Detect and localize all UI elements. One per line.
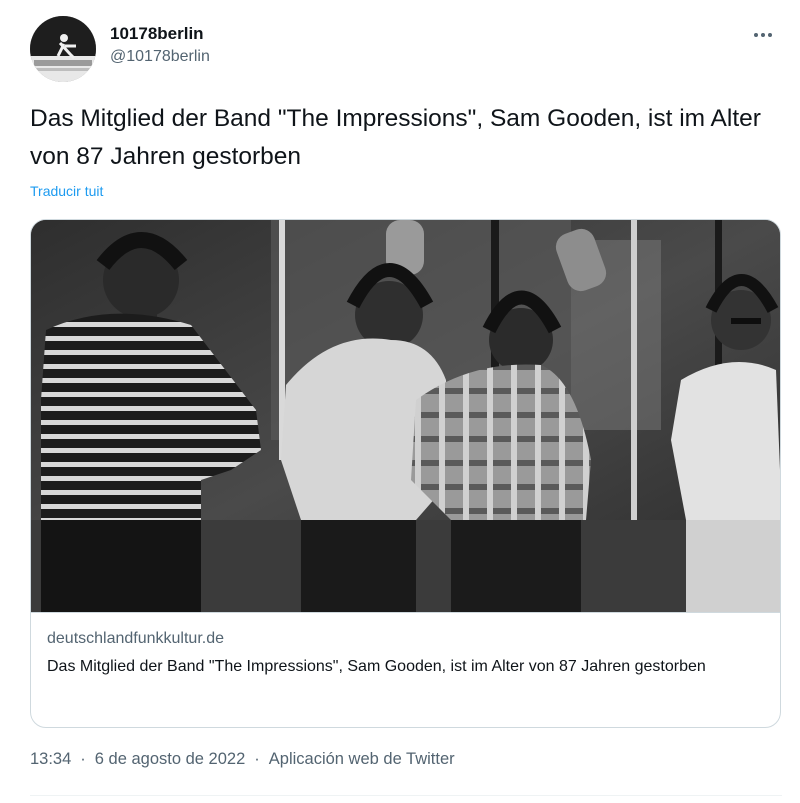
more-options-button[interactable] [746, 18, 780, 52]
card-domain: deutschlandfunkkultur.de [47, 630, 225, 647]
tweet-meta: 13:34 · 6 de agosto de 2022 · Aplicación… [30, 750, 455, 769]
user-names: 10178berlin @10178berlin [110, 24, 210, 68]
link-card[interactable]: deutschlandfunkkultur.de Das Mitglied de… [30, 219, 781, 728]
tweet-time[interactable]: 13:34 [30, 750, 71, 769]
more-horizontal-icon [754, 33, 772, 37]
meta-separator: · [80, 750, 86, 768]
translate-tweet-link[interactable]: Traducir tuit [30, 183, 103, 199]
avatar-image [30, 16, 96, 82]
tweet-header: 10178berlin @10178berlin [30, 16, 780, 82]
meta-separator: · [254, 750, 260, 768]
tweet-text: Das Mitglied der Band "The Impressions",… [30, 105, 761, 170]
display-name[interactable]: 10178berlin [110, 24, 210, 44]
card-title: Das Mitglied der Band "The Impressions",… [47, 658, 706, 675]
user-handle[interactable]: @10178berlin [110, 46, 210, 68]
avatar[interactable] [30, 16, 96, 82]
divider [30, 795, 782, 796]
card-image [31, 220, 780, 612]
card-info: deutschlandfunkkultur.de Das Mitglied de… [31, 612, 780, 727]
tweet-source[interactable]: Aplicación web de Twitter [269, 750, 455, 769]
tweet-date[interactable]: 6 de agosto de 2022 [95, 750, 245, 769]
card-photo [31, 220, 780, 612]
